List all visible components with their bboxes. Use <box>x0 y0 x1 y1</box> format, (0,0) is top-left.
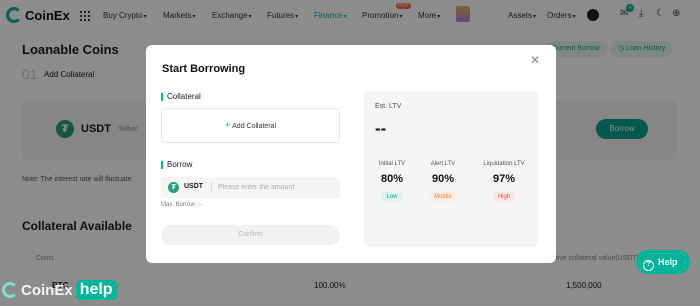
divider <box>211 182 212 193</box>
alert-ltv: Alert LTV 90% Middle <box>429 161 457 202</box>
coinex-logo-icon <box>2 282 18 298</box>
help-button[interactable]: ? Help <box>636 250 690 274</box>
modal-title: Start Borrowing <box>162 63 246 75</box>
question-icon: ? <box>643 260 654 271</box>
liquidation-ltv: Liquidation LTV 97% High <box>483 161 525 202</box>
max-borrow-text: Max. Borrow: -- <box>161 202 203 208</box>
status-badge: High <box>492 192 516 202</box>
plus-icon: + <box>224 120 231 130</box>
tether-icon: ₮ <box>168 182 179 193</box>
est-ltv-value: -- <box>375 119 387 138</box>
confirm-button[interactable]: Confirm <box>161 225 340 245</box>
status-badge: Middle <box>429 192 457 202</box>
borrow-amount-input[interactable] <box>218 180 333 195</box>
initial-ltv: Initial LTV 80% Low <box>378 161 406 202</box>
close-icon[interactable]: ✕ <box>530 53 540 67</box>
borrow-currency-select[interactable]: USDT <box>184 183 203 190</box>
borrow-label: Borrow <box>161 161 192 169</box>
status-badge: Low <box>381 192 403 202</box>
ltv-panel: Est. LTV -- Initial LTV 80% Low Alert LT… <box>364 91 538 247</box>
est-ltv-label: Est. LTV <box>375 103 402 110</box>
borrow-amount-field: ₮ USDT <box>161 177 340 198</box>
collateral-label: Collateral <box>161 93 201 101</box>
start-borrowing-modal: Start Borrowing ✕ Collateral + Add Collat… <box>146 45 556 263</box>
watermark: CoinEx help <box>2 280 117 300</box>
add-collateral-button[interactable]: + Add Collateral <box>161 108 340 143</box>
